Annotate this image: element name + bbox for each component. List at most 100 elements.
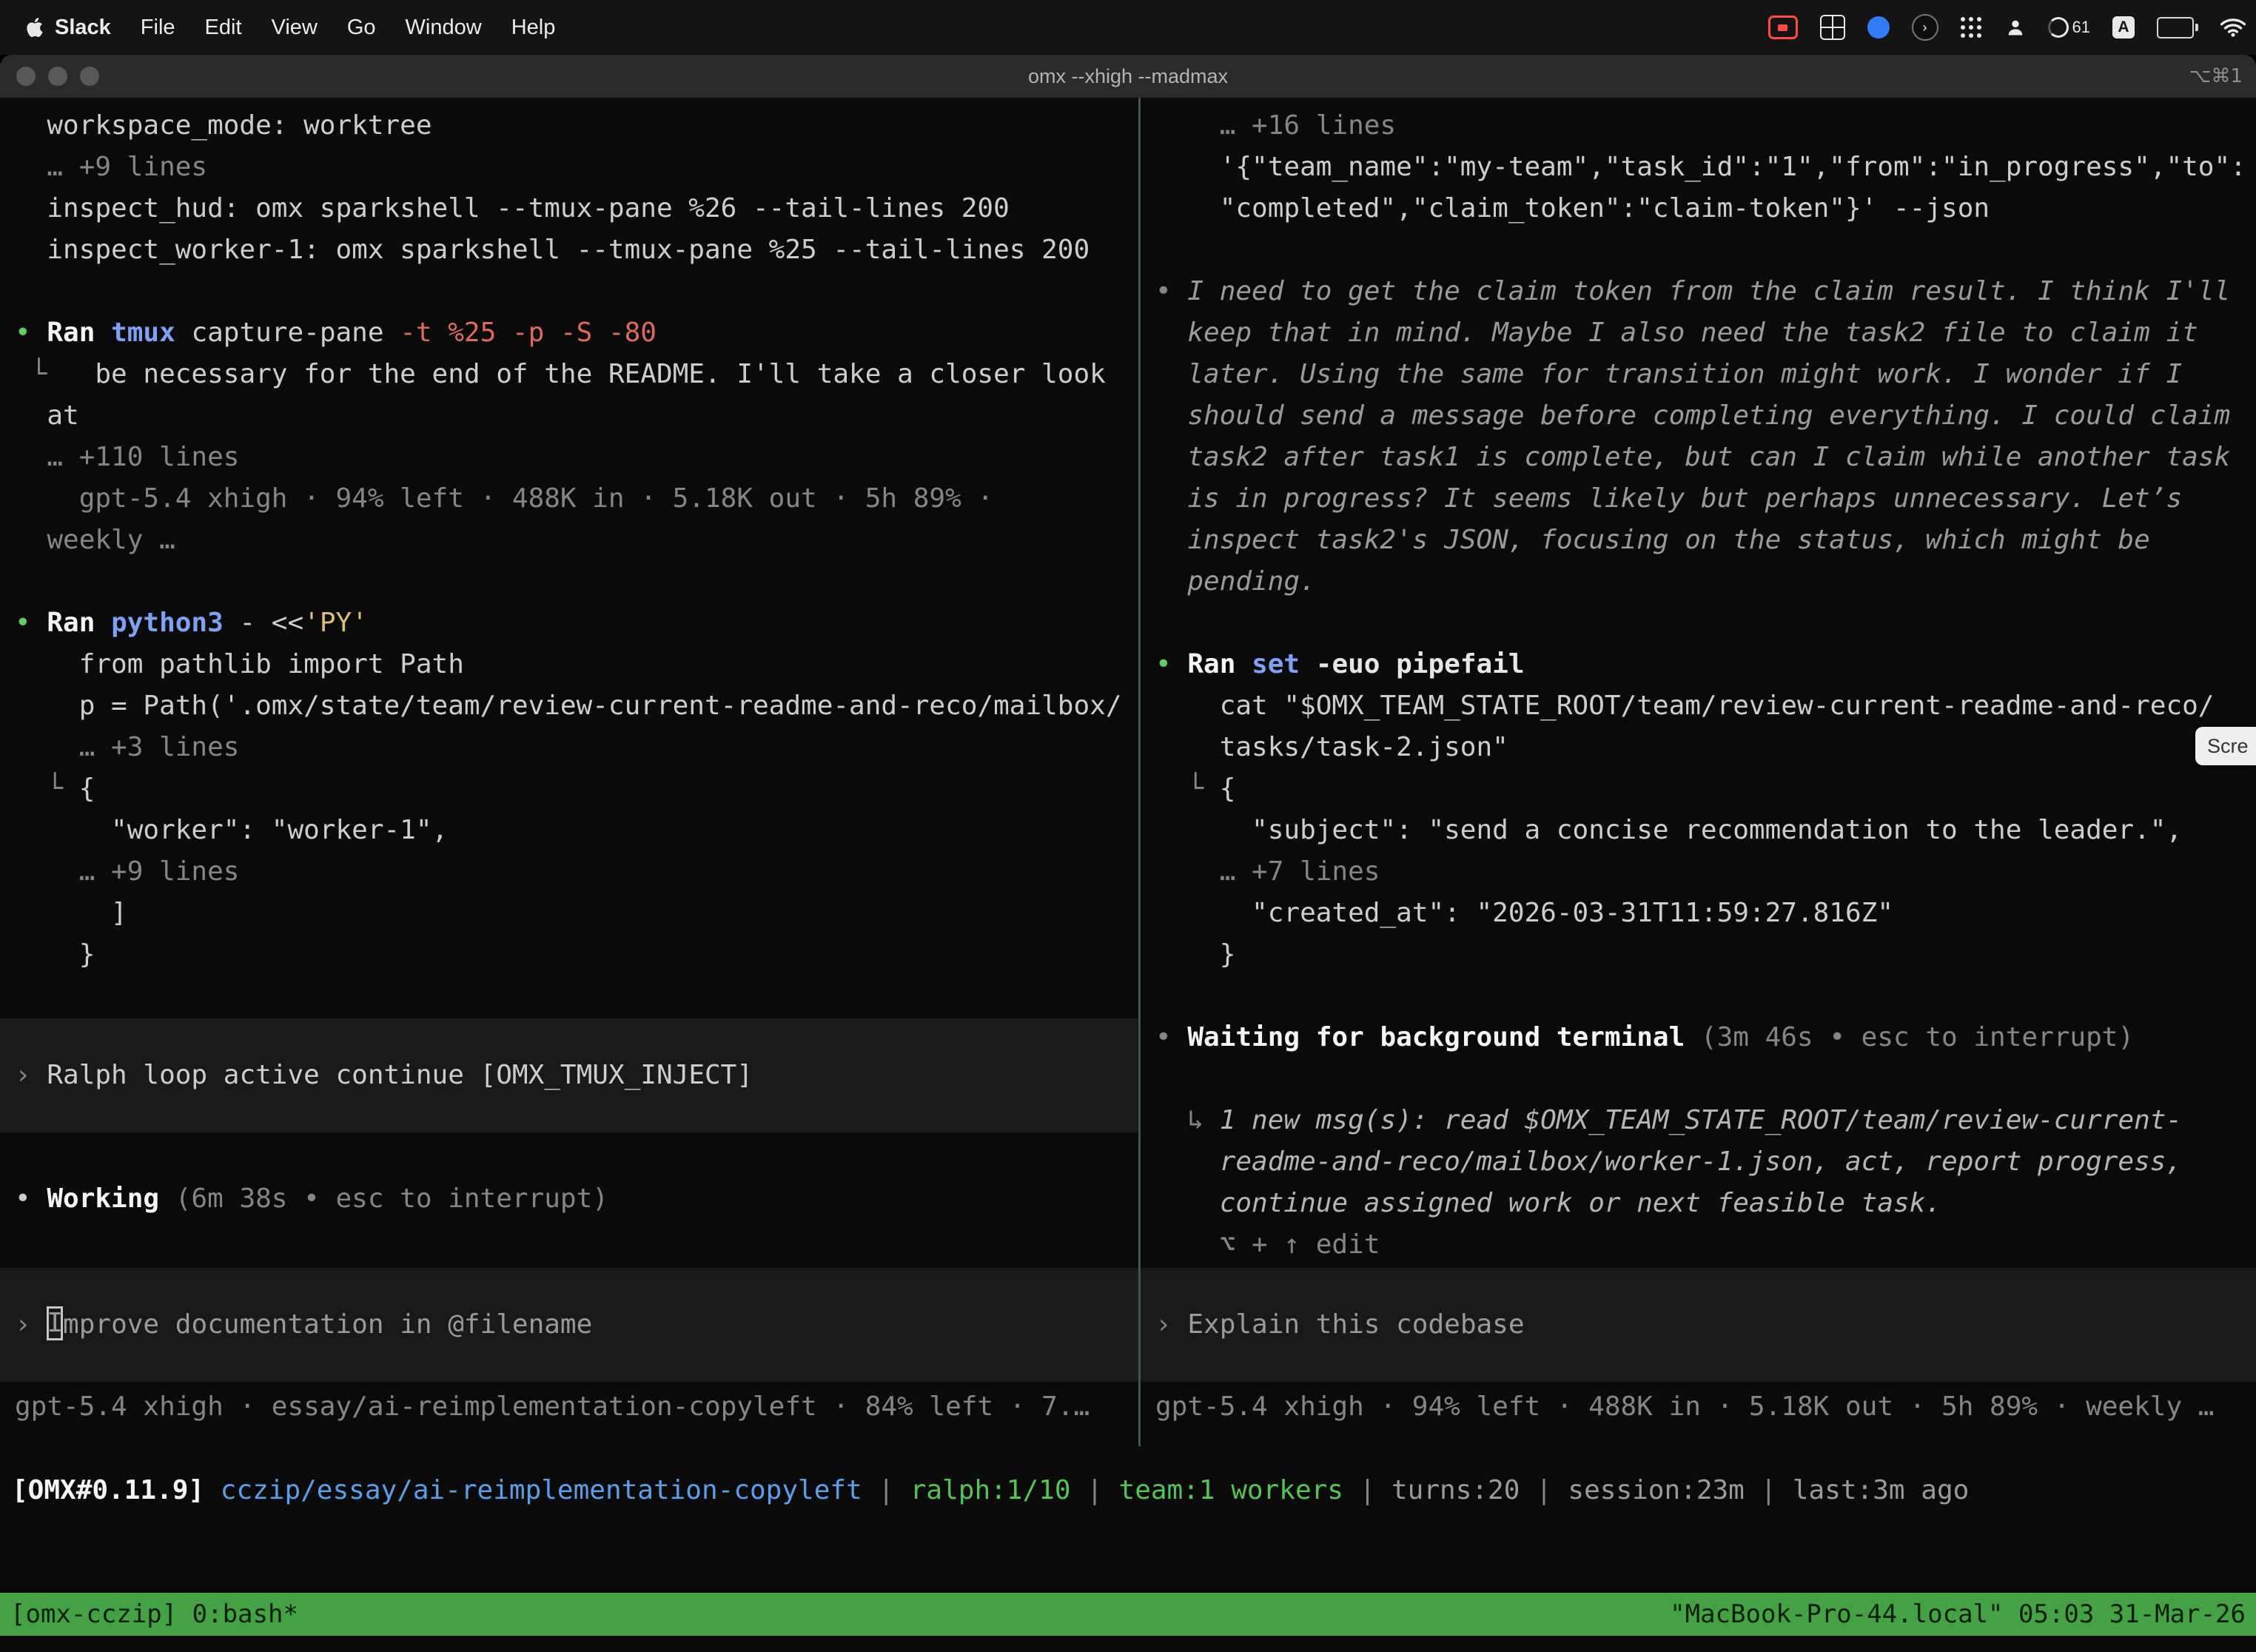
terminal-line: … +110 lines bbox=[0, 437, 1138, 478]
text-segment: "completed","claim_token":"claim-token"}… bbox=[1155, 193, 1990, 224]
terminal-line: "completed","claim_token":"claim-token"}… bbox=[1141, 188, 2256, 229]
text-segment: … +110 lines bbox=[15, 442, 239, 472]
text-segment: continue assigned work or next feasible … bbox=[1155, 1188, 1941, 1218]
text-cursor: I bbox=[47, 1306, 63, 1340]
composer-input-left-injected[interactable]: › Ralph loop active continue [OMX_TMUX_I… bbox=[0, 1018, 1138, 1132]
terminal-line: └ { bbox=[0, 768, 1138, 810]
text-segment: Ralph loop active continue [OMX_TMUX_INJ… bbox=[47, 1060, 753, 1090]
text-segment: | bbox=[1745, 1475, 1793, 1505]
active-app-name[interactable]: Slack bbox=[55, 16, 111, 40]
text-segment: Waiting for background terminal bbox=[1187, 1022, 1701, 1052]
text-segment: inspect_hud: omx sparkshell --tmux-pane … bbox=[15, 193, 1010, 224]
menu-item-help[interactable]: Help bbox=[511, 16, 556, 40]
text-segment: | bbox=[1343, 1475, 1391, 1505]
text-segment: gpt-5.4 xhigh · 94% left · 488K in · 5.1… bbox=[1155, 1391, 2214, 1422]
command-entry: • Ran tmux capture-pane -t %25 -p -S -80 bbox=[0, 312, 1138, 354]
menu-item-go[interactable]: Go bbox=[347, 16, 376, 40]
text-segment: (6m 38s • esc to interrupt) bbox=[175, 1183, 608, 1214]
gauge-value: 61 bbox=[2072, 18, 2090, 37]
apple-menu-icon[interactable] bbox=[25, 18, 44, 37]
screen-recording-icon[interactable] bbox=[1768, 16, 1798, 39]
window-grid-icon[interactable] bbox=[1820, 15, 1845, 40]
text-segment: "created_at": "2026-03-31T11:59:27.816Z" bbox=[1155, 898, 1893, 928]
text-segment: • bbox=[15, 1183, 47, 1214]
terminal-line: └ be necessary for the end of the README… bbox=[0, 354, 1138, 395]
text-segment: session:23m bbox=[1568, 1475, 1744, 1505]
minimize-button[interactable] bbox=[48, 67, 67, 86]
window-title-bar[interactable]: omx --xhigh --madmax ⌥⌘1 bbox=[0, 55, 2256, 98]
terminal-line: └ { bbox=[1141, 768, 2256, 810]
text-segment: mprove documentation in @filename bbox=[63, 1309, 592, 1340]
terminal-window: omx --xhigh --madmax ⌥⌘1 workspace_mode:… bbox=[0, 55, 2256, 1652]
model-status-right: gpt-5.4 xhigh · 94% left · 488K in · 5.1… bbox=[1141, 1386, 2256, 1428]
text-segment: • bbox=[1155, 276, 1187, 306]
battery-icon[interactable] bbox=[2157, 17, 2198, 38]
text-segment: should send a message before completing … bbox=[1155, 400, 2230, 431]
terminal-line: workspace_mode: worktree bbox=[0, 105, 1138, 147]
omx-session-summary: [OMX#0.11.9] cczip/essay/ai-reimplementa… bbox=[0, 1470, 2256, 1511]
text-segment: › bbox=[1155, 1309, 1187, 1340]
text-segment: … +7 lines bbox=[1155, 856, 1380, 887]
terminal-line: weekly … bbox=[0, 520, 1138, 561]
terminal-line: "subject": "send a concise recommendatio… bbox=[1141, 810, 2256, 851]
text-segment: … +9 lines bbox=[15, 152, 207, 182]
terminal-line: cat "$OMX_TEAM_STATE_ROOT/team/review-cu… bbox=[1141, 685, 2256, 727]
text-segment: set bbox=[1252, 649, 1316, 679]
user-icon[interactable] bbox=[2005, 17, 2026, 38]
screen-notification-clipped[interactable]: Scre bbox=[2195, 727, 2256, 765]
close-button[interactable] bbox=[16, 67, 36, 86]
text-segment: ↳ bbox=[1155, 1105, 1220, 1135]
traffic-lights bbox=[16, 67, 99, 86]
model-status-left: gpt-5.4 xhigh · essay/ai-reimplementatio… bbox=[0, 1386, 1138, 1428]
terminal-line bbox=[0, 561, 1138, 602]
text-segment: 'PY' bbox=[303, 608, 368, 638]
text-segment: 1 new msg(s): read $OMX_TEAM_STATE_ROOT/… bbox=[1220, 1105, 2182, 1135]
blue-app-icon[interactable] bbox=[1867, 16, 1890, 38]
input-source-icon[interactable]: A bbox=[2112, 16, 2135, 38]
text-segment: -t %25 -p -S -80 bbox=[400, 318, 657, 348]
text-segment: capture-pane bbox=[191, 318, 400, 348]
composer-input-left[interactable]: › Improve documentation in @filename bbox=[0, 1268, 1138, 1382]
terminal-line: pending. bbox=[1141, 561, 2256, 602]
battery-body bbox=[2157, 17, 2194, 38]
terminal-line: … +16 lines bbox=[1141, 105, 2256, 147]
text-segment: (3m 46s • esc to interrupt) bbox=[1701, 1022, 2134, 1052]
text-segment: … +9 lines bbox=[15, 856, 239, 887]
text-segment: └ bbox=[15, 773, 79, 804]
text-segment: turns:20 bbox=[1391, 1475, 1520, 1505]
working-status: • Working (6m 38s • esc to interrupt) bbox=[0, 1178, 1138, 1220]
text-segment: └ bbox=[1155, 773, 1220, 804]
gauge-ring-icon bbox=[2048, 17, 2069, 38]
terminal-line bbox=[1141, 976, 2256, 1017]
terminal-line: inspect task2's JSON, focusing on the st… bbox=[1141, 520, 2256, 561]
text-segment: '{"team_name":"my-team","task_id":"1","f… bbox=[1155, 152, 2246, 182]
tmux-session-window[interactable]: [omx-cczip] 0:bash* bbox=[10, 1599, 298, 1629]
text-segment: pending. bbox=[1155, 566, 1316, 597]
edit-hint: ⌥ + ↑ edit bbox=[1141, 1224, 2256, 1266]
text-segment: › bbox=[15, 1060, 47, 1090]
menu-item-window[interactable]: Window bbox=[406, 16, 482, 40]
text-segment: Ran bbox=[47, 318, 111, 348]
text-segment: gpt-5.4 xhigh · essay/ai-reimplementatio… bbox=[15, 1391, 1090, 1422]
text-segment: └ bbox=[15, 359, 95, 389]
terminal-app-icon[interactable]: › bbox=[1912, 14, 1938, 41]
tmux-host-clock: "MacBook-Pro-44.local" 05:03 31-Mar-26 bbox=[1670, 1599, 2246, 1629]
text-segment: is in progress? It seems likely but perh… bbox=[1155, 483, 2182, 514]
text-segment: last:3m ago bbox=[1793, 1475, 1969, 1505]
text-segment: { bbox=[1220, 773, 1236, 804]
text-segment: cat "$OMX_TEAM_STATE_ROOT/team/review-cu… bbox=[1155, 691, 2214, 721]
text-segment: workspace_mode: worktree bbox=[15, 110, 432, 141]
window-hotkey-hint: ⌥⌘1 bbox=[2189, 65, 2243, 87]
zoom-button[interactable] bbox=[80, 67, 99, 86]
terminal-line: … +9 lines bbox=[0, 851, 1138, 893]
wifi-icon[interactable] bbox=[2220, 18, 2246, 37]
text-segment: | bbox=[1071, 1475, 1119, 1505]
menu-item-view[interactable]: View bbox=[272, 16, 318, 40]
menu-item-edit[interactable]: Edit bbox=[205, 16, 242, 40]
app-launcher-icon[interactable] bbox=[1961, 16, 1983, 38]
command-entry: • Ran set -euo pipefail bbox=[1141, 644, 2256, 685]
composer-input-right[interactable]: › Explain this codebase bbox=[1141, 1268, 2256, 1382]
tmux-status-bar: [omx-cczip] 0:bash* "MacBook-Pro-44.loca… bbox=[0, 1593, 2256, 1636]
menu-item-file[interactable]: File bbox=[141, 16, 175, 40]
gauge-61-icon[interactable]: 61 bbox=[2048, 17, 2090, 38]
